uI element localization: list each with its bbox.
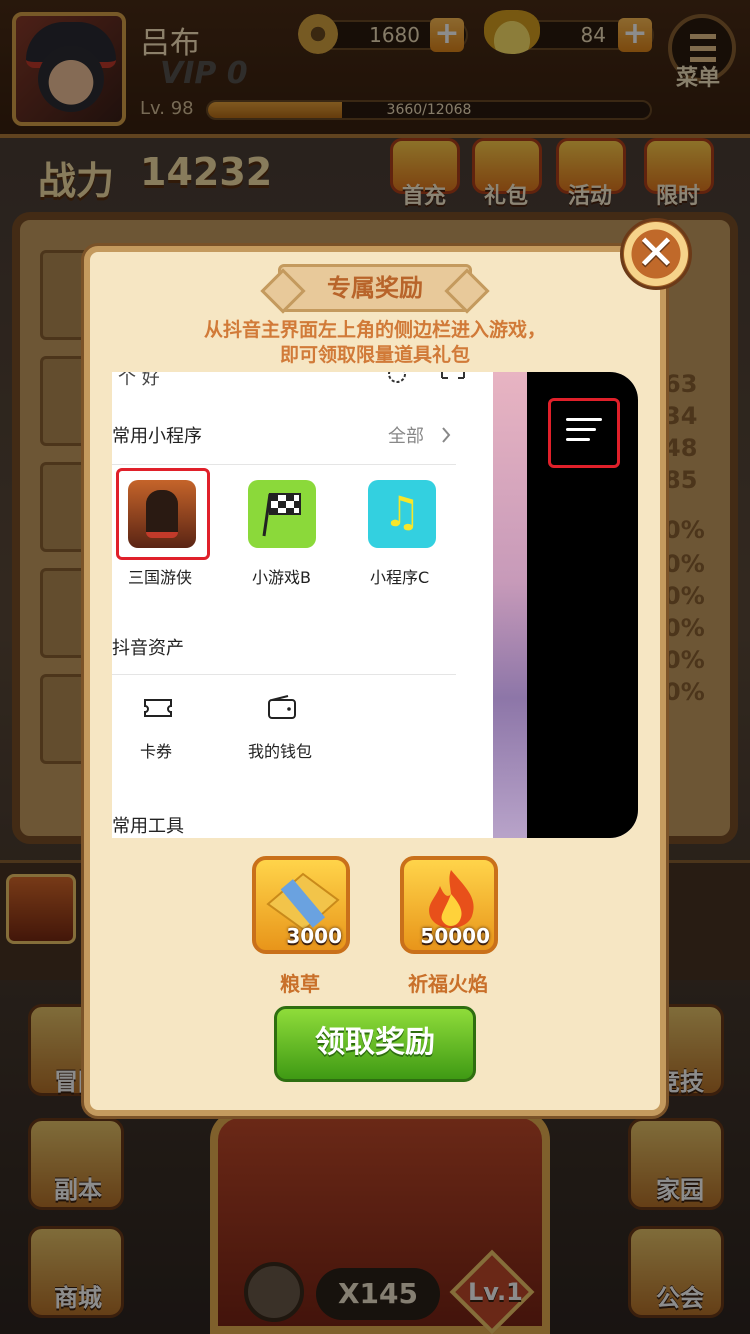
reward-name: 祈福火焰: [408, 972, 488, 996]
dialog-instructions: 从抖音主界面左上角的侧边栏进入游戏，即可领取限量道具礼包: [203, 319, 546, 366]
reward-count: 3000: [286, 924, 342, 948]
assets-heading: 抖音资产: [112, 638, 184, 659]
reward-fodder: 3000: [252, 856, 350, 954]
music-note-icon: ♫: [368, 480, 436, 548]
divider: [112, 464, 456, 465]
app-label: 小程序C: [370, 568, 430, 587]
close-button[interactable]: ✕: [620, 218, 692, 290]
dialog-title: 专属奖励: [278, 264, 472, 312]
scan-icon: [441, 372, 465, 379]
cut-off-header: 个 好: [118, 372, 160, 389]
tools-heading: 常用工具: [112, 816, 184, 837]
see-all-link: 全部: [388, 426, 424, 447]
app-label: 三国游侠: [128, 568, 193, 587]
reward-blessing-flame: 50000: [400, 856, 498, 954]
checkered-flag-icon: [248, 480, 316, 548]
game-screen: 吕布 VIP 0 Lv. 98 3660/12068 1680 + 84 + 菜…: [0, 0, 750, 1334]
wallpaper-strip: [493, 372, 527, 838]
ticket-icon: [144, 699, 172, 717]
divider: [112, 674, 456, 675]
wallet-icon: [268, 695, 296, 719]
highlight-frame: [116, 468, 210, 560]
reward-count: 50000: [420, 924, 490, 948]
chevron-right-icon: [442, 427, 451, 443]
wallet-label: 我的钱包: [248, 742, 313, 761]
coupon-label: 卡券: [140, 742, 173, 761]
reward-name: 粮草: [280, 972, 320, 996]
claim-reward-button[interactable]: 领取奖励: [274, 1006, 476, 1082]
hamburger-icon: [566, 416, 602, 444]
app-label: 小游戏B: [252, 568, 311, 587]
mini-programs-heading: 常用小程序: [112, 426, 202, 447]
settings-icon: [388, 372, 406, 383]
